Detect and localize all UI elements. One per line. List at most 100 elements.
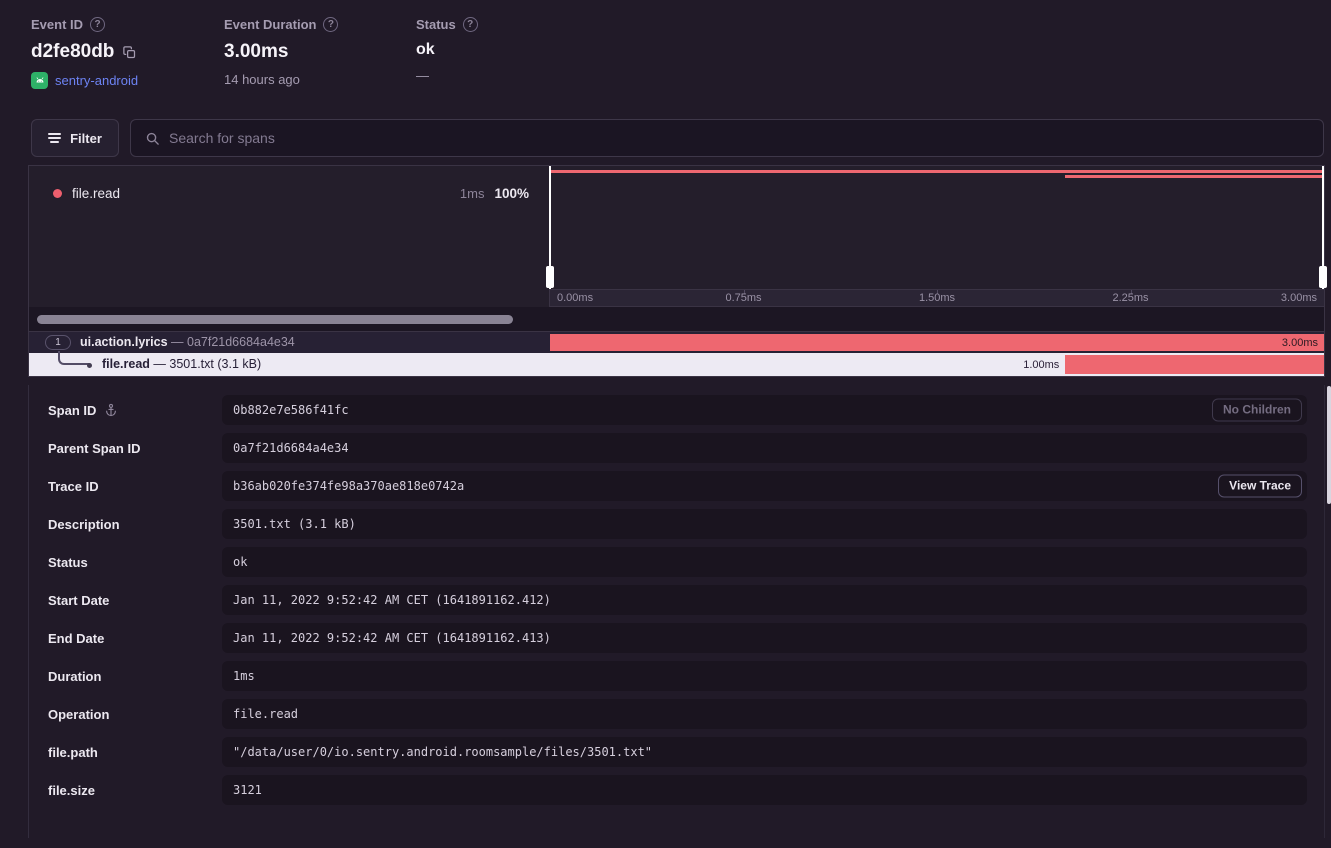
anchor-icon[interactable]	[104, 403, 118, 417]
ops-breakdown-row: file.read 1ms 100%	[29, 186, 549, 201]
detail-label: Description	[48, 517, 120, 532]
event-id-label: Event ID	[31, 17, 83, 32]
waterfall-scroll-strip	[29, 307, 1324, 332]
event-id-value: d2fe80db	[31, 41, 114, 63]
event-duration-value: 3.00ms	[224, 41, 288, 63]
span-op: ui.action.lyrics	[80, 335, 168, 349]
detail-label: Start Date	[48, 593, 109, 608]
minimap-right-handle[interactable]	[1322, 166, 1324, 289]
status-secondary: —	[416, 68, 429, 83]
axis-tick: 0.00ms	[557, 292, 593, 304]
time-axis: 0.00ms 0.75ms 1.50ms 2.25ms 3.00ms	[550, 289, 1324, 307]
detail-value-cell: file.read	[222, 699, 1307, 729]
span-duration-label: 3.00ms	[1282, 337, 1318, 349]
detail-value: file.read	[233, 707, 298, 721]
detail-value: ok	[233, 555, 247, 569]
op-color-dot	[53, 189, 62, 198]
span-search-input[interactable]	[169, 130, 1309, 146]
span-row-transaction[interactable]: 1 ui.action.lyrics — 0a7f21d6684a4e34 3.…	[29, 332, 1324, 353]
event-duration-label: Event Duration	[224, 17, 316, 32]
detail-value-cell: Jan 11, 2022 9:52:42 AM CET (1641891162.…	[222, 623, 1307, 653]
copy-icon[interactable]	[122, 45, 137, 60]
detail-value: b36ab020fe374fe98a370ae818e0742a	[233, 479, 464, 493]
project-link[interactable]: sentry-android	[55, 73, 138, 88]
no-children-badge: No Children	[1212, 399, 1302, 422]
detail-value: "/data/user/0/io.sentry.android.roomsamp…	[233, 745, 652, 759]
view-trace-button[interactable]: View Trace	[1218, 475, 1302, 498]
op-percent: 100%	[494, 186, 529, 201]
detail-label: Operation	[48, 707, 109, 722]
trace-waterfall-panel: file.read 1ms 100% 0.00ms 0.75ms 1.50ms …	[28, 165, 1325, 377]
status-label: Status	[416, 17, 456, 32]
detail-row: Parent Span ID 0a7f21d6684a4e34	[29, 433, 1324, 463]
detail-value-cell: 3501.txt (3.1 kB)	[222, 509, 1307, 539]
minimap-span-line	[550, 170, 1324, 173]
detail-value-cell: ok	[222, 547, 1307, 577]
event-header: Event ID ? d2fe80db sentry-android Event…	[31, 17, 478, 89]
span-duration-bar[interactable]: 3.00ms	[550, 334, 1324, 351]
detail-value: 3121	[233, 783, 262, 797]
span-duration-bar[interactable]	[1065, 355, 1324, 374]
help-icon[interactable]: ?	[323, 17, 338, 32]
event-id-label-row: Event ID ?	[31, 17, 224, 32]
status-value: ok	[416, 41, 435, 59]
detail-value-cell: 1ms	[222, 661, 1307, 691]
detail-row: Start Date Jan 11, 2022 9:52:42 AM CET (…	[29, 585, 1324, 615]
detail-value-cell: b36ab020fe374fe98a370ae818e0742a View Tr…	[222, 471, 1307, 501]
detail-value: 3501.txt (3.1 kB)	[233, 517, 356, 531]
span-row-selected[interactable]: file.read — 3501.txt (3.1 kB) 1.00ms	[29, 353, 1324, 376]
detail-label: Trace ID	[48, 479, 99, 494]
android-project-icon	[31, 72, 48, 89]
detail-label: Span ID	[48, 403, 96, 418]
filter-icon	[48, 133, 61, 143]
detail-row: End Date Jan 11, 2022 9:52:42 AM CET (16…	[29, 623, 1324, 653]
minimap-span-line	[1065, 175, 1324, 178]
event-time-ago: 14 hours ago	[224, 72, 300, 87]
help-icon[interactable]: ?	[90, 17, 105, 32]
filter-button-label: Filter	[70, 131, 102, 146]
op-duration: 1ms	[460, 186, 485, 201]
detail-row: Span ID 0b882e7e586f41fc No Children	[29, 395, 1324, 425]
detail-row: Trace ID b36ab020fe374fe98a370ae818e0742…	[29, 471, 1324, 501]
spans-toolbar: Filter	[31, 119, 1324, 157]
span-details: Span ID 0b882e7e586f41fc No Children Par…	[28, 385, 1325, 838]
minimap-left-handle[interactable]	[549, 166, 551, 289]
op-name: file.read	[72, 186, 450, 201]
detail-row: Operation file.read	[29, 699, 1324, 729]
detail-value: 1ms	[233, 669, 255, 683]
detail-value-cell: Jan 11, 2022 9:52:42 AM CET (1641891162.…	[222, 585, 1307, 615]
expand-children-pill[interactable]: 1	[45, 335, 71, 350]
detail-row: file.size 3121	[29, 775, 1324, 805]
filter-button[interactable]: Filter	[31, 119, 119, 157]
trace-minimap[interactable]	[550, 166, 1324, 289]
detail-row: Status ok	[29, 547, 1324, 577]
detail-label: file.path	[48, 745, 98, 760]
horizontal-scrollbar-thumb[interactable]	[37, 315, 513, 324]
help-icon[interactable]: ?	[463, 17, 478, 32]
detail-value-cell: 3121	[222, 775, 1307, 805]
detail-label: Duration	[48, 669, 101, 684]
axis-tick: 3.00ms	[1281, 292, 1317, 304]
tree-connector	[58, 351, 89, 365]
detail-value: 0a7f21d6684a4e34	[233, 441, 349, 455]
detail-value: 0b882e7e586f41fc	[233, 403, 349, 417]
span-duration-label: 1.00ms	[1023, 359, 1059, 371]
detail-label: file.size	[48, 783, 95, 798]
axis-tick: 0.75ms	[725, 292, 761, 304]
detail-value-cell: 0a7f21d6684a4e34	[222, 433, 1307, 463]
vertical-scrollbar-thumb[interactable]	[1327, 386, 1331, 504]
span-description: 3501.txt (3.1 kB)	[169, 357, 261, 371]
detail-label: Parent Span ID	[48, 441, 140, 456]
detail-value-cell: "/data/user/0/io.sentry.android.roomsamp…	[222, 737, 1307, 767]
span-op: file.read	[102, 357, 150, 371]
detail-row: file.path "/data/user/0/io.sentry.androi…	[29, 737, 1324, 767]
detail-row: Duration 1ms	[29, 661, 1324, 691]
detail-value: Jan 11, 2022 9:52:42 AM CET (1641891162.…	[233, 631, 551, 645]
span-search-box[interactable]	[130, 119, 1324, 157]
axis-tick: 2.25ms	[1112, 292, 1148, 304]
search-icon	[145, 131, 160, 146]
detail-value-cell: 0b882e7e586f41fc No Children	[222, 395, 1307, 425]
span-id-suffix: 0a7f21d6684a4e34	[187, 335, 295, 349]
detail-row: Description 3501.txt (3.1 kB)	[29, 509, 1324, 539]
axis-tick: 1.50ms	[919, 292, 955, 304]
